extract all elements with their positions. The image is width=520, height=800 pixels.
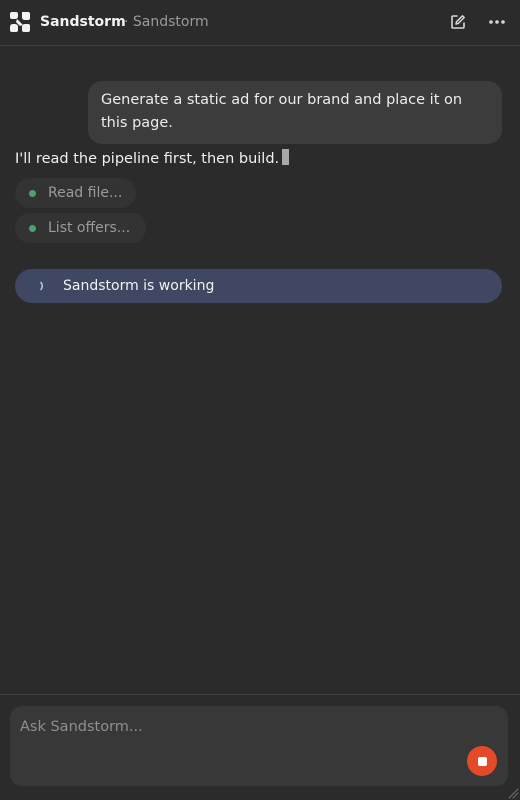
assistant-message: I'll read the pipeline first, then build… [15, 148, 290, 170]
status-text: Sandstorm is working [63, 278, 215, 294]
stop-icon [477, 756, 487, 766]
tool-call-read-file[interactable]: Read file... [15, 178, 136, 208]
tool-call-list-offers[interactable]: List offers... [15, 213, 146, 243]
user-message: Generate a static ad for our brand and p… [88, 81, 502, 144]
composer [10, 706, 508, 786]
tool-call-label: Read file... [48, 185, 123, 201]
context-name: · Sandstorm [124, 14, 209, 30]
message-input[interactable] [20, 716, 460, 738]
status-dot-icon [29, 224, 36, 232]
compose-icon [451, 15, 465, 29]
tool-call-label: List offers... [48, 220, 131, 236]
more-horizontal-icon [489, 20, 505, 24]
status-dot-icon [29, 189, 36, 197]
typing-cursor [282, 149, 290, 165]
header: Sandstorm · Sandstorm [0, 0, 520, 46]
sandstorm-logo-icon [9, 11, 31, 33]
assistant-message-text: I'll read the pipeline first, then build… [15, 151, 280, 167]
working-status: Sandstorm is working [15, 269, 502, 303]
stop-button[interactable] [467, 746, 497, 776]
spinner-icon [40, 281, 44, 291]
compose-button[interactable] [446, 10, 470, 34]
chat-panel: Sandstorm · Sandstorm Generate a static … [0, 0, 520, 800]
more-button[interactable] [485, 10, 509, 34]
app-name: Sandstorm [40, 14, 126, 30]
resize-handle-icon[interactable] [507, 787, 519, 799]
